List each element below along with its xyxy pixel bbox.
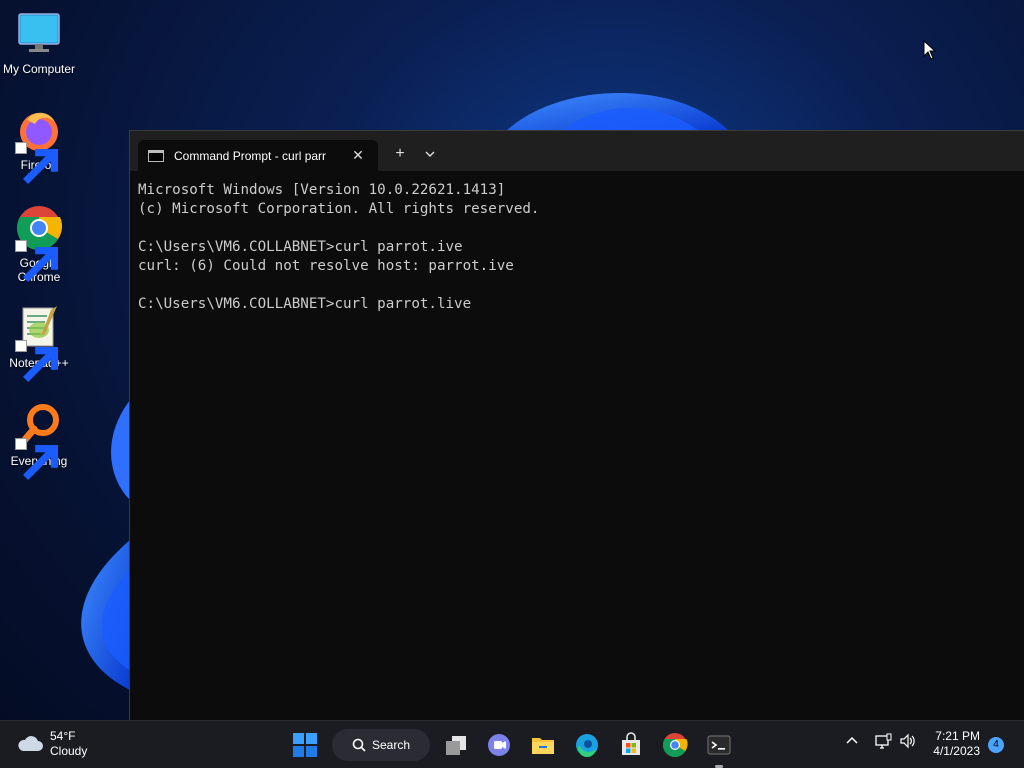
terminal-line: curl: (6) Could not resolve host: parrot…	[138, 258, 514, 274]
desktop-icon-notepadpp[interactable]: Notepad++	[0, 304, 78, 382]
network-status[interactable]	[874, 731, 892, 754]
cloud-icon	[18, 736, 43, 751]
desktop-icon-my-computer[interactable]: My Computer	[0, 10, 78, 76]
shortcut-arrow-icon	[15, 142, 58, 184]
teams-chat-icon	[488, 734, 510, 756]
edge-icon	[576, 734, 598, 758]
mouse-cursor-icon	[923, 40, 937, 60]
clock-time: 7:21 PM	[935, 729, 980, 743]
volume-control[interactable]	[899, 731, 917, 754]
desktop-icon-everything[interactable]: Everything	[0, 402, 78, 480]
shortcut-arrow-icon	[15, 340, 58, 382]
tab-command-prompt[interactable]: Command Prompt - curl parr ✕	[138, 140, 378, 171]
search-label: Search	[371, 738, 411, 752]
tab-title: Command Prompt - curl parr	[174, 148, 327, 163]
terminal-line: Microsoft Windows [Version 10.0.22621.14…	[138, 182, 506, 198]
weather-temp: 54°F	[50, 729, 76, 743]
chrome-icon	[662, 733, 688, 758]
system-clock[interactable]: 7:21 PM 4/1/2023	[933, 729, 980, 759]
cmd-icon	[148, 149, 164, 162]
store-icon	[622, 732, 640, 755]
terminal-icon	[707, 735, 731, 755]
monitor-icon	[18, 13, 60, 52]
show-hidden-icons-button[interactable]	[845, 731, 859, 754]
search-icon	[352, 738, 366, 752]
terminal-line: (c) Microsoft Corporation. All rights re…	[138, 201, 540, 217]
tab-dropdown-button[interactable]	[417, 143, 443, 165]
terminal-output[interactable]: Microsoft Windows [Version 10.0.22621.14…	[130, 171, 1024, 324]
desktop-icon-firefox[interactable]: Firefox	[0, 106, 78, 184]
file-explorer-icon	[532, 738, 554, 754]
clock-date: 4/1/2023	[933, 744, 980, 758]
task-view-button[interactable]	[440, 729, 472, 761]
weather-condition: Cloudy	[50, 744, 88, 758]
edge-button[interactable]	[571, 729, 603, 761]
speaker-icon	[900, 733, 915, 749]
weather-widget[interactable]: 54°F Cloudy	[16, 729, 87, 759]
taskbar-search[interactable]: Search	[332, 729, 430, 761]
store-button[interactable]	[615, 729, 647, 761]
teams-chat-button[interactable]	[483, 729, 515, 761]
terminal-titlebar[interactable]: Command Prompt - curl parr ✕ +	[130, 131, 1024, 171]
start-button[interactable]	[289, 729, 321, 761]
chrome-taskbar-button[interactable]	[659, 729, 691, 761]
terminal-line: C:\Users\VM6.COLLABNET>curl parrot.ive	[138, 239, 463, 255]
notification-badge[interactable]: 4	[988, 737, 1004, 753]
desktop-icon-label: My Computer	[2, 62, 76, 76]
file-explorer-button[interactable]	[527, 729, 559, 761]
shortcut-arrow-icon	[15, 240, 58, 282]
terminal-line: C:\Users\VM6.COLLABNET>curl parrot.live	[138, 296, 472, 312]
chevron-down-icon	[425, 151, 435, 157]
terminal-window[interactable]: Command Prompt - curl parr ✕ + Microsoft…	[129, 130, 1024, 720]
terminal-taskbar-button[interactable]	[703, 729, 735, 761]
network-icon	[875, 733, 892, 749]
start-icon	[293, 733, 317, 757]
shortcut-arrow-icon	[15, 438, 58, 480]
desktop-icon-chrome[interactable]: Google Chrome	[0, 204, 78, 284]
taskbar: 54°F Cloudy Search 7:21 PM 4/1/2023 4	[0, 720, 1024, 768]
close-tab-button[interactable]: ✕	[348, 147, 368, 164]
chevron-up-icon	[846, 736, 858, 744]
task-view-icon	[446, 736, 466, 755]
new-tab-button[interactable]: +	[387, 143, 413, 165]
